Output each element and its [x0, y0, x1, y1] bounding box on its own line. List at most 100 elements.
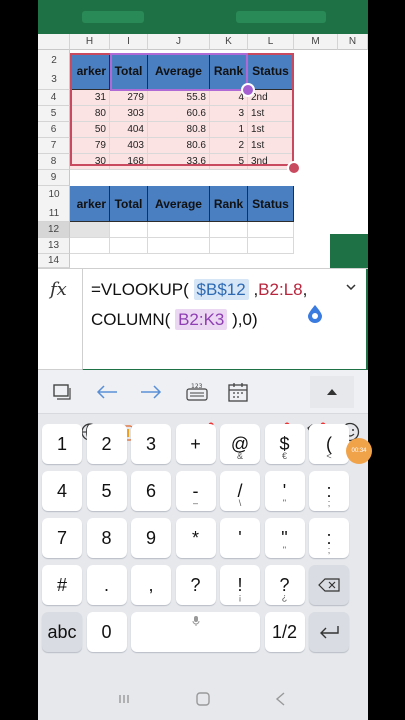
abc-key[interactable]: abc	[42, 612, 82, 652]
space-key[interactable]	[131, 612, 260, 652]
column-header[interactable]: M	[294, 34, 338, 50]
chevron-down-icon[interactable]	[346, 279, 356, 293]
header-cell[interactable]: Average	[148, 53, 210, 90]
column-header[interactable]: H	[70, 34, 110, 50]
data-cell[interactable]: 1st	[248, 106, 294, 122]
clipboard-icon[interactable]	[52, 380, 72, 404]
row-header[interactable]: 8	[38, 154, 70, 170]
row-header[interactable]: 9	[38, 170, 70, 186]
cell[interactable]	[110, 222, 148, 238]
column-header[interactable]: L	[248, 34, 294, 50]
data-cell[interactable]: 80.6	[148, 138, 210, 154]
data-cell[interactable]: 168	[110, 154, 148, 170]
key[interactable]: 2	[86, 424, 127, 464]
header-cell[interactable]: arker	[70, 53, 110, 90]
key[interactable]: " "	[264, 518, 305, 558]
recent-apps-icon[interactable]	[118, 692, 132, 711]
fraction-key[interactable]: 1/2	[264, 612, 305, 652]
key[interactable]: 8	[86, 518, 127, 558]
header-cell[interactable]: Status	[248, 53, 294, 90]
back-icon[interactable]	[274, 692, 288, 711]
column-header[interactable]: I	[110, 34, 148, 50]
key[interactable]: (<	[309, 424, 349, 464]
cell[interactable]	[210, 222, 248, 238]
key[interactable]: :;	[309, 518, 349, 558]
key[interactable]: 9	[131, 518, 171, 558]
row-header[interactable]: 10 11	[38, 186, 70, 222]
column-header[interactable]: N	[338, 34, 368, 50]
key[interactable]: $ €	[264, 424, 305, 464]
key[interactable]: *	[175, 518, 216, 558]
data-cell[interactable]: 30	[70, 154, 110, 170]
formula-reference[interactable]: B2:K3	[175, 309, 228, 330]
data-cell[interactable]: 1st	[248, 122, 294, 138]
row-header-selected[interactable]: 12	[38, 222, 70, 238]
home-icon[interactable]	[196, 692, 210, 711]
header-cell[interactable]: arker	[70, 186, 110, 222]
formula-reference[interactable]: B2:L8	[258, 280, 302, 299]
key[interactable]: '	[220, 518, 260, 558]
row-header[interactable]: 14	[38, 254, 70, 268]
backspace-key[interactable]	[309, 565, 349, 605]
data-cell[interactable]: 55.8	[148, 90, 210, 106]
header-cell[interactable]: Average	[148, 186, 210, 222]
selection-handle[interactable]	[287, 161, 301, 175]
data-cell[interactable]: 404	[110, 122, 148, 138]
key[interactable]: .	[86, 565, 127, 605]
key[interactable]: :;	[309, 471, 349, 511]
data-cell[interactable]: 31	[70, 90, 110, 106]
key[interactable]: +	[175, 424, 216, 464]
data-cell[interactable]: 403	[110, 138, 148, 154]
key[interactable]: 3	[131, 424, 171, 464]
key[interactable]: 1	[42, 424, 82, 464]
cell[interactable]	[70, 238, 110, 254]
key[interactable]: / \	[220, 471, 260, 511]
key[interactable]: 6	[131, 471, 171, 511]
data-cell[interactable]: 1	[210, 122, 248, 138]
data-cell[interactable]: 303	[110, 106, 148, 122]
data-cell[interactable]: 80.8	[148, 122, 210, 138]
data-cell[interactable]: 2	[210, 138, 248, 154]
enter-key[interactable]	[309, 612, 349, 652]
key[interactable]: ? ¿	[264, 565, 305, 605]
cell[interactable]	[248, 222, 294, 238]
zero-key[interactable]: 0	[86, 612, 127, 652]
cell[interactable]	[248, 238, 294, 254]
arrow-left-icon[interactable]	[96, 380, 118, 404]
row-header[interactable]: 23	[38, 50, 70, 90]
data-cell[interactable]: 3	[210, 106, 248, 122]
column-header[interactable]: K	[210, 34, 248, 50]
row-header[interactable]: 5	[38, 106, 70, 122]
header-cell[interactable]: Rank	[210, 186, 248, 222]
numeric-keyboard-icon[interactable]: 123	[186, 380, 208, 404]
collapse-toolbar-button[interactable]	[310, 376, 354, 408]
row-header[interactable]: 6	[38, 122, 70, 138]
arrow-right-icon[interactable]	[140, 380, 162, 404]
key[interactable]: 5	[86, 471, 127, 511]
spreadsheet-grid[interactable]: H I J K L M N 23 4 5 6 7 8 9 10 11 12 13 …	[38, 34, 368, 302]
formula-input[interactable]: =VLOOKUP( $B$12 ,B2:L8, COLUMN( B2:K3 ),…	[82, 269, 368, 371]
cell[interactable]	[148, 238, 210, 254]
data-cell[interactable]: 80	[70, 106, 110, 122]
text-cursor-handle-icon[interactable]	[307, 305, 323, 323]
data-cell[interactable]: 79	[70, 138, 110, 154]
key[interactable]: 7	[42, 518, 82, 558]
key[interactable]: ' "	[264, 471, 305, 511]
data-cell[interactable]: 33.6	[148, 154, 210, 170]
key[interactable]: 4	[42, 471, 82, 511]
formula-reference[interactable]: $B$12	[193, 279, 249, 300]
cell[interactable]	[210, 238, 248, 254]
selected-cell[interactable]	[70, 222, 110, 238]
header-cell[interactable]: Status	[248, 186, 294, 222]
key[interactable]: @ &	[220, 424, 260, 464]
key[interactable]: ?	[175, 565, 216, 605]
header-cell[interactable]: Total	[110, 186, 148, 222]
header-cell[interactable]: Total	[110, 53, 148, 90]
row-header[interactable]: 7	[38, 138, 70, 154]
column-header[interactable]: J	[148, 34, 210, 50]
row-header[interactable]: 13	[38, 238, 70, 254]
data-cell[interactable]: 60.6	[148, 106, 210, 122]
cell[interactable]	[148, 222, 210, 238]
key[interactable]: ! ¡	[220, 565, 260, 605]
data-cell[interactable]: 5	[210, 154, 248, 170]
